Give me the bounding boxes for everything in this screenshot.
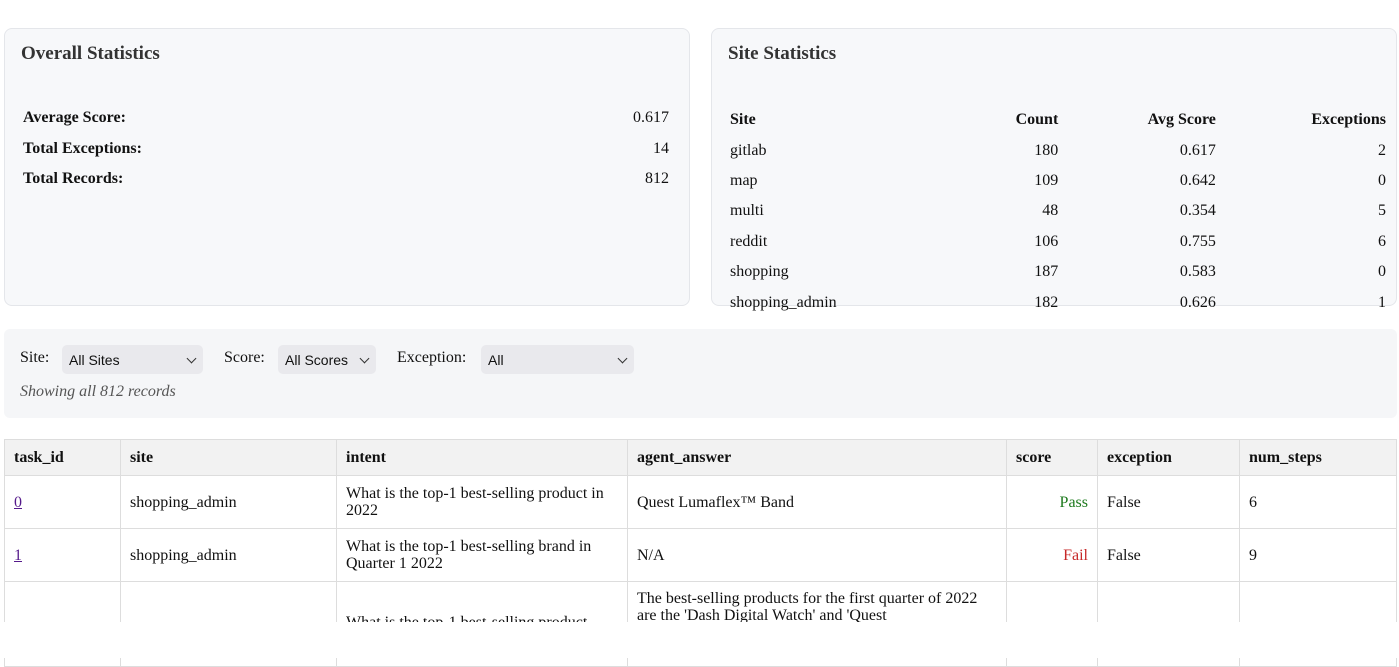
overall-statistics-panel: Overall Statistics Average Score: 0.617 … (4, 28, 690, 306)
site-avg-score: 0.354 (1179, 202, 1216, 220)
site-name: shopping (730, 263, 789, 281)
site-cell: shopping_admin (120, 475, 337, 529)
site-name: map (730, 171, 758, 189)
col-header-agent-answer[interactable]: agent_answer (627, 439, 1007, 476)
exception-filter-value: All (488, 351, 504, 368)
site-exceptions: 0 (1378, 263, 1386, 281)
table-row: 1 shopping_admin What is the top-1 best-… (4, 528, 1397, 582)
site-exceptions: 2 (1378, 141, 1386, 159)
exception-cell: False (1097, 528, 1240, 582)
col-header-avg-score: Avg Score (1147, 111, 1216, 129)
site-filter-select[interactable]: All Sites (62, 345, 203, 374)
average-score-row: Average Score: 0.617 (23, 109, 669, 131)
site-avg-score: 0.642 (1179, 171, 1216, 189)
site-avg-score: 0.626 (1179, 293, 1216, 311)
exception-filter-label: Exception: (397, 349, 467, 366)
col-header-site[interactable]: site (120, 439, 337, 476)
site-name: gitlab (730, 141, 767, 159)
site-filter-label: Site: (20, 349, 50, 366)
site-count: 109 (1034, 171, 1059, 189)
site-name: shopping_admin (730, 293, 837, 311)
stat-value: 0.617 (633, 109, 669, 126)
site-exceptions: 1 (1378, 293, 1386, 311)
site-exceptions: 0 (1378, 171, 1386, 189)
task-id-cell: 1 (4, 528, 121, 582)
viewport-bottom-mask (0, 622, 1399, 658)
site-count: 180 (1034, 141, 1059, 159)
score-filter-value: All Scores (285, 351, 349, 368)
site-exceptions: 6 (1378, 232, 1386, 250)
site-table-header-row: Site Count Avg Score Exceptions (724, 105, 1392, 135)
site-row: shopping_admin 182 0.626 1 (724, 287, 1392, 317)
agent-answer-cell: N/A (627, 528, 1007, 582)
task-id-link[interactable]: 0 (14, 494, 22, 511)
site-statistics-table: Site Count Avg Score Exceptions gitlab 1… (724, 105, 1392, 318)
score-cell: Pass (1006, 475, 1098, 529)
col-header-exception[interactable]: exception (1097, 439, 1240, 476)
score-cell: Fail (1006, 528, 1098, 582)
col-header-num-steps[interactable]: num_steps (1239, 439, 1397, 476)
col-header-intent[interactable]: intent (336, 439, 628, 476)
chevron-down-icon (186, 353, 197, 364)
score-filter-select[interactable]: All Scores (278, 345, 376, 374)
col-header-count: Count (1015, 111, 1059, 129)
task-id-cell: 0 (4, 475, 121, 529)
site-row: shopping 187 0.583 0 (724, 257, 1392, 287)
site-exceptions: 5 (1378, 202, 1386, 220)
col-header-site: Site (730, 111, 756, 129)
exception-cell: False (1097, 475, 1240, 529)
num-steps-cell: 9 (1239, 528, 1397, 582)
stat-value: 14 (653, 140, 669, 157)
site-statistics-title: Site Statistics (728, 43, 837, 64)
site-avg-score: 0.755 (1179, 232, 1216, 250)
site-row: gitlab 180 0.617 2 (724, 135, 1392, 165)
intent-cell: What is the top-1 best-selling brand in … (336, 528, 628, 582)
site-count: 48 (1042, 202, 1059, 220)
col-header-exceptions: Exceptions (1311, 111, 1386, 129)
overall-statistics-title: Overall Statistics (21, 43, 160, 64)
site-statistics-panel: Site Statistics Site Count Avg Score Exc… (711, 28, 1397, 311)
table-row: 0 shopping_admin What is the top-1 best-… (4, 475, 1397, 529)
num-steps-cell: 6 (1239, 475, 1397, 529)
stat-value: 812 (645, 170, 669, 187)
site-avg-score: 0.583 (1179, 263, 1216, 281)
stat-label: Total Exceptions: (23, 140, 142, 157)
site-count: 182 (1034, 293, 1059, 311)
total-records-row: Total Records: 812 (23, 170, 669, 192)
col-header-score[interactable]: score (1006, 439, 1098, 476)
total-exceptions-row: Total Exceptions: 14 (23, 140, 669, 162)
filter-bar: Site: All Sites Score: All Scores Except… (4, 329, 1397, 418)
col-header-task-id[interactable]: task_id (4, 439, 121, 476)
records-count-text: Showing all 812 records (20, 383, 176, 400)
site-row: multi 48 0.354 5 (724, 196, 1392, 226)
site-count: 187 (1034, 263, 1059, 281)
site-avg-score: 0.617 (1179, 141, 1216, 159)
site-row: map 109 0.642 0 (724, 166, 1392, 196)
stat-label: Average Score: (23, 109, 126, 126)
stat-label: Total Records: (23, 170, 124, 187)
site-row: reddit 106 0.755 6 (724, 227, 1392, 257)
chevron-down-icon (359, 353, 370, 364)
site-count: 106 (1034, 232, 1059, 250)
site-name: multi (730, 202, 764, 220)
score-filter-label: Score: (224, 349, 265, 366)
site-name: reddit (730, 232, 768, 250)
site-filter-value: All Sites (69, 351, 120, 368)
records-header-row: task_id site intent agent_answer score e… (4, 439, 1397, 476)
task-id-link[interactable]: 1 (14, 547, 22, 564)
site-cell: shopping_admin (120, 528, 337, 582)
intent-cell: What is the top-1 best-selling product i… (336, 475, 628, 529)
exception-filter-select[interactable]: All (481, 345, 634, 374)
agent-answer-cell: Quest Lumaflex™ Band (627, 475, 1007, 529)
chevron-down-icon (617, 353, 628, 364)
